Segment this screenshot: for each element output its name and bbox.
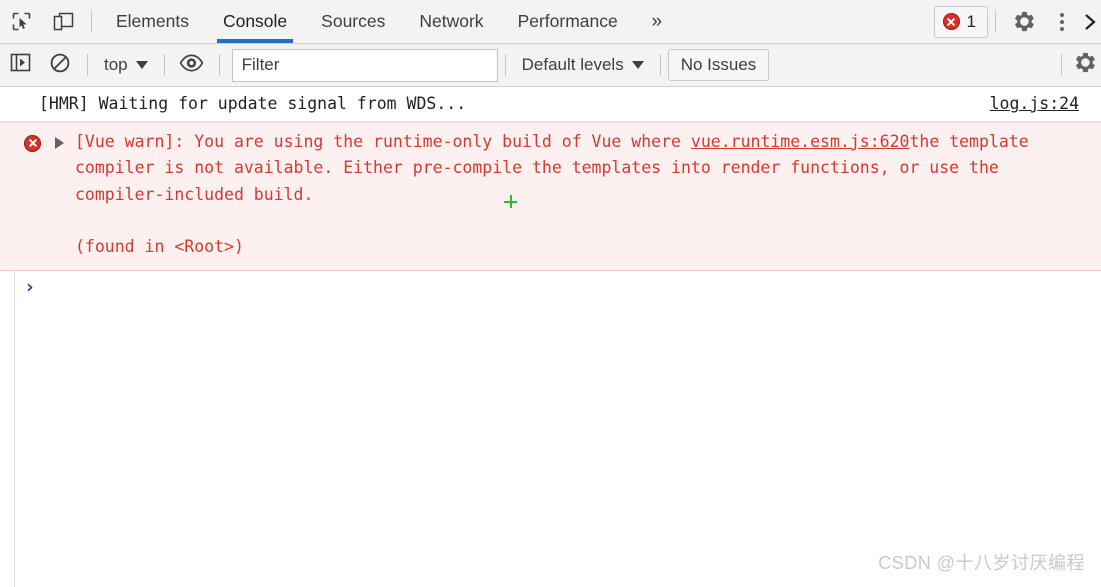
tabbar-spacer <box>679 0 934 43</box>
kebab-dot <box>1060 12 1064 17</box>
toolbar-divider <box>1061 54 1062 76</box>
toolbar-divider <box>218 54 220 76</box>
toolbar-divider <box>163 54 165 76</box>
console-message-info[interactable]: [HMR] Waiting for update signal from WDS… <box>0 87 1101 122</box>
tab-label: Console <box>222 11 288 31</box>
toggle-device-toolbar-button[interactable] <box>42 0 84 43</box>
clear-console-icon <box>49 52 71 79</box>
chevron-down-icon <box>135 61 148 69</box>
console-sidebar-toggle-button[interactable] <box>0 44 40 87</box>
filter-input[interactable] <box>231 48 498 82</box>
toolbar-divider <box>91 11 92 32</box>
issues-label: No Issues <box>680 55 757 74</box>
devtools-tab-bar: Elements Console Sources Network Perform… <box>0 0 1101 44</box>
issues-button[interactable]: No Issues <box>667 49 770 81</box>
tab-label: Performance <box>517 11 618 31</box>
toolbar-divider <box>659 54 661 76</box>
error-found-in-text: (found in <Root>) <box>75 237 244 256</box>
settings-button[interactable] <box>1003 0 1045 43</box>
console-filter-toolbar: top Default levels No Issues <box>0 44 1101 87</box>
gear-icon <box>1074 51 1097 79</box>
more-options-button[interactable] <box>1045 0 1079 43</box>
tab-label: Sources <box>321 11 386 31</box>
inspect-element-button[interactable] <box>0 0 42 43</box>
console-settings-button[interactable] <box>1069 44 1101 87</box>
live-expression-button[interactable] <box>172 44 212 87</box>
log-level-selector[interactable]: Default levels <box>513 51 653 79</box>
execution-context-selector[interactable]: top <box>95 51 157 79</box>
tab-label: Elements <box>116 11 189 31</box>
execution-context-label: top <box>104 55 128 74</box>
console-message-error[interactable]: [Vue warn]: You are using the runtime-on… <box>0 121 1101 271</box>
eye-icon <box>179 54 204 77</box>
toolbar-divider <box>995 11 996 32</box>
tab-sources[interactable]: Sources <box>304 0 402 43</box>
tab-label: Network <box>419 11 484 31</box>
chevron-double-right-icon: » <box>651 10 663 32</box>
prompt-chevron-icon: › <box>24 276 36 298</box>
error-count-label: 1 <box>966 11 976 31</box>
source-location-link[interactable]: log.js:24 <box>990 91 1087 118</box>
more-tabs-button[interactable]: » <box>635 0 679 43</box>
error-text-part-1: [Vue warn]: You are using the runtime-on… <box>75 131 691 151</box>
console-message-list[interactable]: [HMR] Waiting for update signal from WDS… <box>0 87 1101 587</box>
tab-console[interactable]: Console <box>206 0 304 43</box>
error-circle-icon <box>24 134 41 161</box>
console-prompt[interactable]: › <box>0 271 1101 305</box>
chevron-down-icon <box>631 61 644 69</box>
chevron-right-icon <box>1083 12 1097 32</box>
device-toolbar-icon <box>52 11 74 32</box>
watermark-text: CSDN @十八岁讨厌编程 <box>878 553 1085 573</box>
log-level-label: Default levels <box>521 55 624 74</box>
kebab-dot <box>1060 19 1064 24</box>
gear-icon <box>1013 10 1036 33</box>
error-circle-icon <box>942 13 960 30</box>
tab-elements[interactable]: Elements <box>99 0 206 43</box>
expand-triangle-icon[interactable] <box>55 136 64 149</box>
kebab-dot <box>1060 26 1064 31</box>
console-sidebar-icon <box>10 53 31 77</box>
cursor-select-icon <box>11 11 32 32</box>
error-message-body: [Vue warn]: You are using the runtime-on… <box>15 129 1087 209</box>
clear-console-button[interactable] <box>40 44 80 87</box>
tab-network[interactable]: Network <box>402 0 500 43</box>
close-devtools-button[interactable] <box>1079 0 1101 43</box>
error-count-badge[interactable]: 1 <box>933 5 988 38</box>
console-message-text: [HMR] Waiting for update signal from WDS… <box>39 94 467 113</box>
tab-performance[interactable]: Performance <box>501 0 635 43</box>
toolbar-divider <box>87 54 88 76</box>
source-location-link[interactable]: vue.runtime.esm.js:620 <box>691 132 910 151</box>
toolbar-divider <box>504 54 506 76</box>
